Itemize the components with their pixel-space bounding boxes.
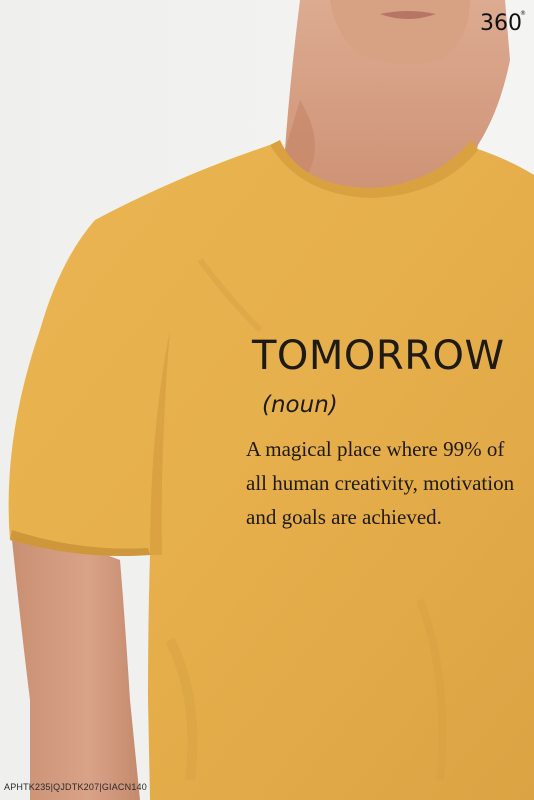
tshirt-print: TOMORROW (noun) A magical place where 99…: [232, 336, 532, 534]
product-photo: 360 ® TOMORROW (noun) A magical place wh…: [0, 0, 534, 800]
print-headword: TOMORROW: [252, 333, 505, 379]
print-part-of-speech: (noun): [262, 392, 338, 418]
logo-360-icon: 360 ®: [480, 10, 526, 36]
svg-text:360: 360: [480, 11, 522, 36]
print-definition-line: all human creativity, motivation: [246, 471, 515, 495]
product-code: APHTK235|QJDTK207|GIACN140: [4, 782, 147, 792]
svg-text:®: ®: [520, 10, 526, 17]
print-definition-line: A magical place where 99% of: [246, 437, 505, 461]
print-definition: A magical place where 99% of all human c…: [246, 432, 534, 534]
print-definition-line: and goals are achieved.: [246, 505, 442, 529]
brand-logo: 360 ®: [480, 6, 526, 36]
